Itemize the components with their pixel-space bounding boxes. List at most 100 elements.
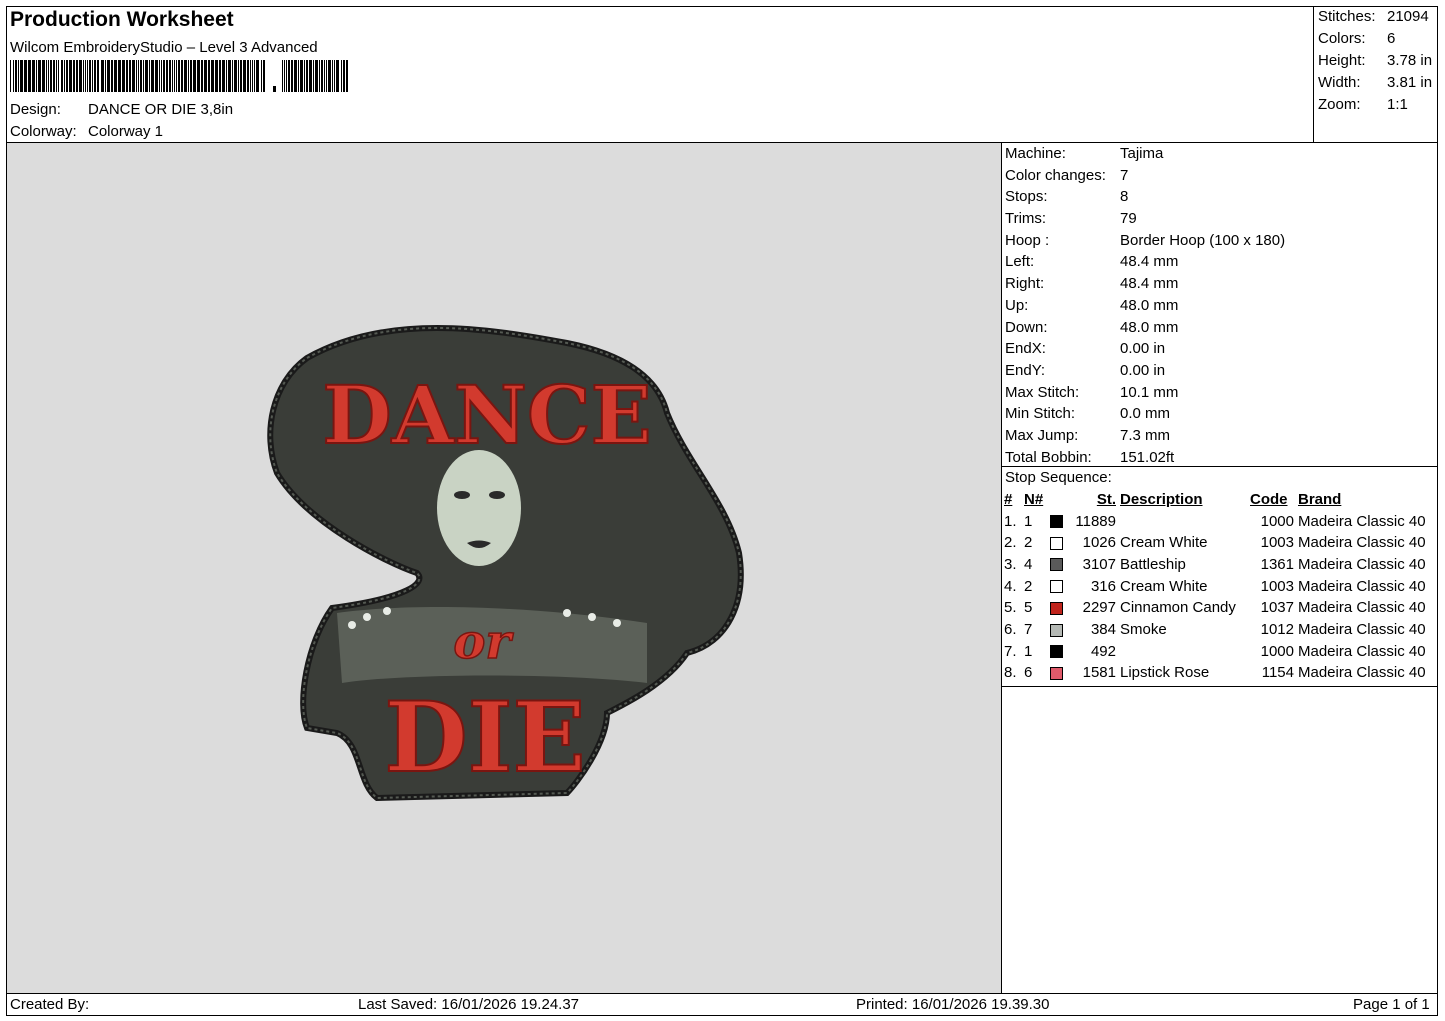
thread-description: Battleship [1120,555,1186,573]
patch-text-or: or [453,614,514,670]
stat-label: Colors: [1318,30,1366,47]
embroidery-patch-image: DANCE or DIE [267,325,744,802]
stat-label: Stitches: [1318,8,1376,25]
machine-properties: Machine: Tajima Color changes: 7 Stops: 8 Trim… [1005,143,1285,468]
row-index: 4. [1004,577,1017,595]
property-row: Min Stitch: 0.0 mm [1005,403,1285,425]
col-n: N# [1024,490,1044,508]
property-row: Left: 48.4 mm [1005,251,1285,273]
thread-brand: Madeira Classic 40 [1298,577,1426,595]
property-row: Max Jump: 7.3 mm [1005,425,1285,447]
property-row: Up: 48.0 mm [1005,295,1285,317]
table-row: 6. 7 384 Smoke 1012 Madeira Classic 40 [1004,619,1438,641]
stop-sequence-table: # N# St. Description Code Brand 1. 1 11889… [1004,489,1438,684]
needle-number: 1 [1024,512,1033,530]
color-swatch [1050,641,1072,663]
thread-color-swatch [1050,645,1063,659]
footer-divider [6,993,1438,994]
thread-color-swatch [1050,536,1063,550]
thread-description [1120,641,1250,663]
design-preview[interactable]: DANCE or DIE [7,143,1002,993]
property-row: Color changes: 7 [1005,165,1285,187]
property-row: Right: 48.4 mm [1005,273,1285,295]
col-swatch [1050,489,1072,511]
property-row: Max Stitch: 10.1 mm [1005,382,1285,404]
thread-description: Cream White [1120,534,1208,552]
color-swatch [1050,619,1072,641]
needle-number: 4 [1024,555,1033,573]
property-label: Up: [1005,296,1029,314]
last-saved: Last Saved: 16/01/2026 19.24.37 [358,996,580,1013]
stop-sequence-divider [1002,466,1438,467]
row-index: 2. [1004,534,1017,552]
color-swatch [1050,554,1072,576]
thread-brand: Madeira Classic 40 [1298,599,1426,617]
property-value: 8 [1120,188,1129,206]
thread-code: 1154 [1261,664,1294,682]
table-row: 7. 1 492 1000 Madeira Classic 40 [1004,641,1438,663]
thread-code: 1000 [1260,512,1294,530]
thread-color-swatch [1050,515,1063,529]
design-label: Design: [10,101,61,118]
worksheet-title: Production Worksheet [10,8,234,31]
property-value: 48.0 mm [1120,318,1179,336]
property-label: Max Stitch: [1005,383,1080,401]
property-value: 48.4 mm [1120,275,1179,293]
property-value: Tajima [1120,145,1164,162]
stat-label: Zoom: [1318,96,1361,113]
table-row: 1. 1 11889 1000 Madeira Classic 40 [1004,511,1438,533]
stat-row: Colors: 6 [1318,29,1432,51]
stat-row: Stitches: 21094 [1318,7,1432,29]
row-index: 5. [1004,599,1017,617]
thread-color-swatch [1050,558,1063,572]
stat-value: 21094 [1387,8,1429,25]
row-index: 1. [1004,512,1017,530]
stat-label: Height: [1318,52,1366,69]
property-label: Down: [1005,318,1048,336]
thread-color-swatch [1050,623,1063,637]
table-row: 5. 5 2297 Cinnamon Candy 1037 Madeira Classic… [1004,597,1438,619]
needle-number: 6 [1024,664,1033,682]
property-value: 0.00 in [1120,361,1166,379]
property-value: 7.3 mm [1120,426,1171,444]
property-label: Left: [1005,253,1035,271]
thread-color-swatch [1050,666,1063,680]
stitch-count: 3107 [1082,555,1116,573]
color-swatch [1050,511,1072,533]
property-value: 7 [1120,166,1129,184]
row-index: 3. [1004,555,1017,573]
property-label: Right: [1005,275,1045,293]
thread-code: 1361 [1260,555,1294,573]
property-value: 0.00 in [1120,340,1166,358]
stitch-count: 384 [1090,620,1116,638]
property-label: Hoop : [1005,231,1050,249]
thread-description [1120,511,1250,533]
thread-description: Cream White [1120,577,1208,595]
property-row: Stops: 8 [1005,186,1285,208]
stop-sequence-title: Stop Sequence: [1005,469,1112,486]
patch-text-die: DIE [384,681,585,794]
property-label: Stops: [1005,188,1048,206]
thread-brand: Madeira Classic 40 [1298,555,1426,573]
property-value: 79 [1120,210,1137,228]
stat-value: 3.78 in [1387,52,1433,69]
table-row: 3. 4 3107 Battleship 1361 Madeira Classic 40 [1004,554,1438,576]
property-row: Hoop : Border Hoop (100 x 180) [1005,230,1285,252]
thread-color-swatch [1050,601,1063,615]
color-swatch [1050,576,1072,598]
property-value: 0.0 mm [1120,405,1171,423]
stitch-count: 316 [1090,577,1116,595]
property-label: Max Jump: [1005,426,1079,444]
stat-value: 1:1 [1387,96,1408,113]
thread-color-swatch [1050,580,1063,594]
table-row: 8. 6 1581 Lipstick Rose 1154 Madeira Classic … [1004,663,1438,685]
thread-code: 1003 [1260,534,1294,552]
stitch-count: 2297 [1082,599,1116,617]
property-label: EndY: [1005,361,1046,379]
stitch-count: 1026 [1082,534,1116,552]
property-row: EndY: 0.00 in [1005,360,1285,382]
needle-number: 5 [1024,599,1033,617]
color-swatch [1050,532,1072,554]
stat-row: Width: 3.81 in [1318,73,1432,95]
row-index: 6. [1004,620,1017,638]
